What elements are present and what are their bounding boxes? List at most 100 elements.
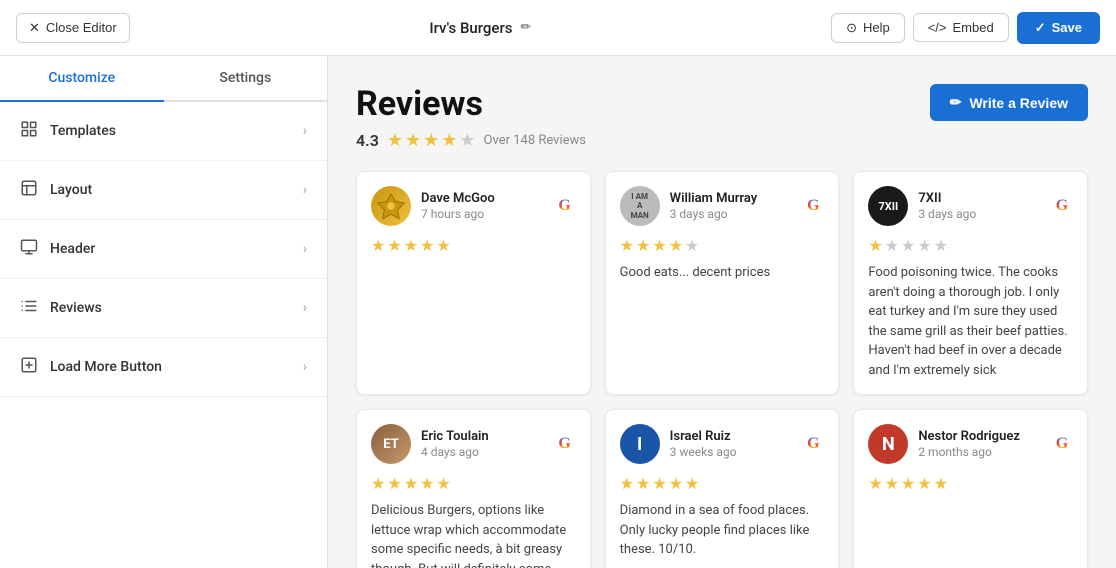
review-stars-3: ★ ★ ★ ★ ★ (868, 236, 1073, 255)
google-icon-5: G (802, 433, 824, 455)
topbar-right: ⊙ Help </> Embed ✓ Save (831, 12, 1100, 44)
rating-number: 4.3 (356, 131, 379, 150)
review-stars-6: ★ ★ ★ ★ ★ (868, 474, 1073, 493)
sidebar-tabs: Customize Settings (0, 56, 327, 102)
load-more-chevron-icon: › (303, 359, 307, 375)
review-text-4: Delicious Burgers, options like lettuce … (371, 501, 576, 568)
reviewer-name-6: Nestor Rodriguez (918, 429, 1020, 444)
reviews-header: Reviews 4.3 ★ ★ ★ ★ ★ Over 148 Reviews ✏… (356, 84, 1088, 151)
templates-chevron-icon: › (303, 123, 307, 139)
review-time-2: 3 days ago (670, 207, 758, 221)
reviews-chevron-icon: › (303, 300, 307, 316)
star-3: ★ (423, 130, 439, 151)
help-icon: ⊙ (846, 20, 857, 36)
help-button[interactable]: ⊙ Help (831, 13, 905, 43)
reviewer-name-5: Israel Ruiz (670, 429, 737, 444)
avatar-4: ET (371, 424, 411, 464)
review-stars-5: ★ ★ ★ ★ ★ (620, 474, 825, 493)
star-1: ★ (387, 130, 403, 151)
sidebar-item-header[interactable]: Header › (0, 220, 327, 279)
topbar-center: Irv's Burgers ✏ (429, 19, 531, 37)
help-label: Help (863, 20, 890, 35)
reviewer-name-2: William Murray (670, 191, 758, 206)
reviewer-name-3: 7XII (918, 191, 976, 206)
layout-icon (20, 179, 38, 201)
reviews-title: Reviews (356, 84, 586, 124)
close-icon: ✕ (29, 20, 40, 36)
review-card-5: I Israel Ruiz 3 weeks ago G ★ ★ ★ ★ ★ Di (605, 409, 840, 568)
tab-settings[interactable]: Settings (164, 56, 328, 102)
reviewer-info-4: ET Eric Toulain 4 days ago (371, 424, 489, 464)
pencil-icon: ✏ (950, 94, 962, 111)
review-text-3: Food poisoning twice. The cooks aren't d… (868, 263, 1073, 380)
save-button[interactable]: ✓ Save (1017, 12, 1100, 44)
reviews-header-left: Reviews 4.3 ★ ★ ★ ★ ★ Over 148 Reviews (356, 84, 586, 151)
header-chevron-icon: › (303, 241, 307, 257)
embed-button[interactable]: </> Embed (913, 13, 1009, 42)
templates-label: Templates (50, 123, 116, 139)
close-editor-label: Close Editor (46, 20, 117, 35)
layout-label: Layout (50, 182, 92, 198)
review-stars-2: ★ ★ ★ ★ ★ (620, 236, 825, 255)
review-card-3: 7XII 7XII 3 days ago G ★ ★ ★ ★ ★ Food po (853, 171, 1088, 395)
embed-label: Embed (953, 20, 994, 35)
review-time-3: 3 days ago (918, 207, 976, 221)
edit-business-name-icon[interactable]: ✏ (521, 20, 532, 35)
header-label: Header (50, 241, 95, 257)
sidebar: Customize Settings Templates › (0, 56, 328, 568)
sidebar-item-reviews[interactable]: Reviews › (0, 279, 327, 338)
google-icon-4: G (554, 433, 576, 455)
sidebar-nav: Templates › Layout › (0, 102, 327, 568)
avatar-3: 7XII (868, 186, 908, 226)
embed-icon: </> (928, 20, 947, 35)
check-icon: ✓ (1035, 20, 1046, 36)
save-label: Save (1052, 20, 1082, 35)
header-icon (20, 238, 38, 260)
star-2: ★ (405, 130, 421, 151)
reviews-panel: Reviews 4.3 ★ ★ ★ ★ ★ Over 148 Reviews ✏… (328, 56, 1116, 568)
topbar-left: ✕ Close Editor (16, 13, 130, 43)
sidebar-item-templates[interactable]: Templates › (0, 102, 327, 161)
google-icon-1: G (554, 195, 576, 217)
sidebar-item-layout[interactable]: Layout › (0, 161, 327, 220)
review-time-4: 4 days ago (421, 445, 489, 459)
templates-icon (20, 120, 38, 142)
topbar: ✕ Close Editor Irv's Burgers ✏ ⊙ Help </… (0, 0, 1116, 56)
avatar-6: N (868, 424, 908, 464)
reviewer-name-1: Dave McGoo (421, 191, 495, 206)
business-name: Irv's Burgers (429, 19, 512, 37)
review-time-5: 3 weeks ago (670, 445, 737, 459)
reviews-count: Over 148 Reviews (484, 133, 586, 148)
review-text-5: Diamond in a sea of food places. Only lu… (620, 501, 825, 560)
review-stars-4: ★ ★ ★ ★ ★ (371, 474, 576, 493)
avatar-5: I (620, 424, 660, 464)
review-card-4: ET Eric Toulain 4 days ago G ★ ★ ★ ★ ★ D (356, 409, 591, 568)
close-editor-button[interactable]: ✕ Close Editor (16, 13, 130, 43)
reviews-rating: 4.3 ★ ★ ★ ★ ★ Over 148 Reviews (356, 130, 586, 151)
star-5: ★ (459, 130, 475, 151)
review-card-1: Dave McGoo 7 hours ago G ★ ★ ★ ★ ★ (356, 171, 591, 395)
review-card-6: N Nestor Rodriguez 2 months ago G ★ ★ ★ … (853, 409, 1088, 568)
reviews-label: Reviews (50, 300, 102, 316)
review-stars-1: ★ ★ ★ ★ ★ (371, 236, 576, 255)
sidebar-item-load-more[interactable]: Load More Button › (0, 338, 327, 397)
google-icon-6: G (1051, 433, 1073, 455)
avatar-1 (371, 186, 411, 226)
star-4: ★ (441, 130, 457, 151)
review-card-2: I AMAMAN William Murray 3 days ago G ★ ★… (605, 171, 840, 395)
layout-chevron-icon: › (303, 182, 307, 198)
google-icon-3: G (1051, 195, 1073, 217)
reviewer-info-2: I AMAMAN William Murray 3 days ago (620, 186, 758, 226)
reviewer-info-5: I Israel Ruiz 3 weeks ago (620, 424, 737, 464)
review-time-6: 2 months ago (918, 445, 1020, 459)
reviewer-info-1: Dave McGoo 7 hours ago (371, 186, 495, 226)
tab-customize[interactable]: Customize (0, 56, 164, 102)
write-review-button[interactable]: ✏ Write a Review (930, 84, 1088, 121)
main-area: Customize Settings Templates › (0, 56, 1116, 568)
review-text-2: Good eats... decent prices (620, 263, 825, 283)
avatar-2: I AMAMAN (620, 186, 660, 226)
reviews-grid: Dave McGoo 7 hours ago G ★ ★ ★ ★ ★ (356, 171, 1088, 568)
write-review-label: Write a Review (969, 95, 1068, 111)
stars-display: ★ ★ ★ ★ ★ (387, 130, 476, 151)
reviewer-name-4: Eric Toulain (421, 429, 489, 444)
